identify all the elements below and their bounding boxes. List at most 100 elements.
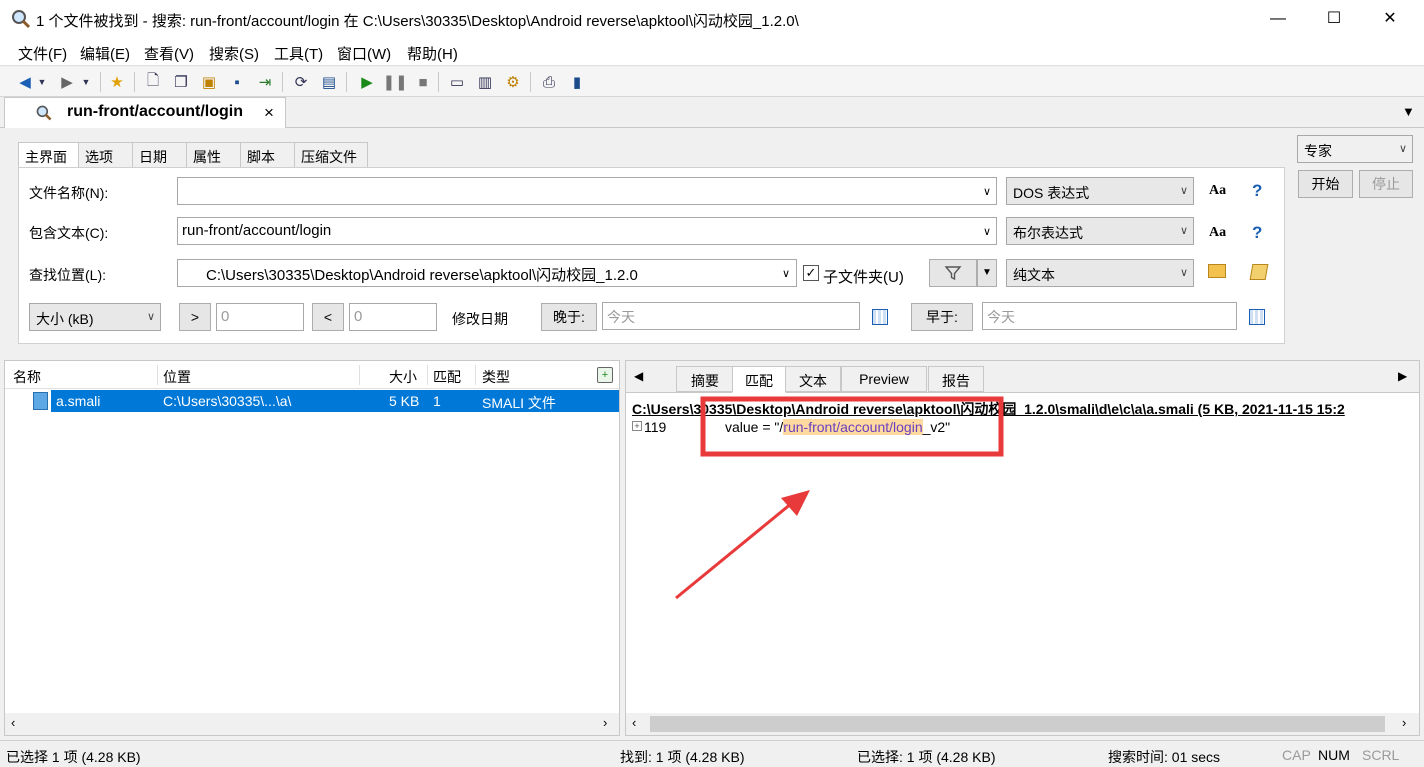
tab-matches[interactable]: 匹配 (732, 366, 786, 393)
tab-list-dropdown-icon[interactable]: ▼ (1402, 104, 1415, 119)
menu-file[interactable]: 文件(F) (18, 43, 67, 64)
match-case-icon[interactable]: Aa (1209, 225, 1226, 241)
match-case-icon[interactable]: Aa (1209, 183, 1226, 199)
scroll-right-icon[interactable]: › (603, 715, 607, 730)
scroll-right-icon[interactable]: › (1402, 715, 1406, 730)
menu-search[interactable]: 搜索(S) (209, 43, 259, 64)
tab-report[interactable]: 报告 (928, 366, 984, 392)
scroll-left-icon[interactable]: ‹ (632, 715, 636, 730)
filename-input[interactable] (177, 177, 997, 205)
help-book-icon[interactable]: ▮ (566, 71, 588, 93)
tab-scroll-right-icon[interactable]: ▶ (1398, 369, 1407, 383)
stop-icon[interactable]: ■ (412, 71, 434, 93)
contains-input[interactable]: run-front/account/login (177, 217, 997, 245)
size-max-input[interactable]: 0 (349, 303, 437, 331)
help-icon[interactable]: ? (1252, 181, 1262, 201)
menu-window[interactable]: 窗口(W) (337, 43, 391, 64)
help-icon[interactable]: ? (1252, 223, 1262, 243)
calendar-icon[interactable] (872, 309, 888, 325)
menu-view[interactable]: 查看(V) (144, 43, 194, 64)
window-title: 1 个文件被找到 - 搜索: run-front/account/login 在… (36, 13, 799, 30)
location-dropdown-icon[interactable]: ∨ (782, 267, 790, 280)
forward-dropdown-icon[interactable]: ▼ (80, 71, 92, 93)
scroll-left-icon[interactable]: ‹ (11, 715, 15, 730)
menu-help[interactable]: 帮助(H) (407, 43, 458, 64)
report-icon[interactable]: ▤ (318, 71, 340, 93)
tab-summary[interactable]: 摘要 (676, 366, 734, 392)
start-button[interactable]: 开始 (1298, 170, 1353, 198)
tab-options[interactable]: 选项 (78, 142, 134, 168)
expand-icon[interactable]: + (632, 421, 642, 431)
location-input[interactable]: C:\Users\30335\Desktop\Android reverse\a… (177, 259, 797, 287)
column-size[interactable]: 大小 (389, 361, 417, 389)
pause-icon[interactable]: ❚❚ (382, 71, 407, 93)
after-button[interactable]: 晚于: (541, 303, 597, 331)
subfolders-checkbox[interactable]: ✓ (803, 265, 819, 281)
browse-folder-icon[interactable] (1208, 264, 1226, 278)
save-icon[interactable]: ▪ (226, 71, 248, 93)
scroll-thumb[interactable] (650, 716, 1385, 732)
filename-dropdown-icon[interactable]: ∨ (983, 185, 991, 198)
document-tab[interactable]: run-front/account/login × (4, 97, 286, 128)
match-line: value = "/run-front/account/login_v2" (725, 419, 950, 435)
column-matches[interactable]: 匹配 (433, 361, 461, 389)
maximize-button[interactable]: ☐ (1306, 0, 1362, 38)
settings-icon[interactable]: ⚙ (502, 71, 524, 93)
match-file-header[interactable]: C:\Users\30335\Desktop\Android reverse\a… (632, 399, 1417, 417)
forward-icon[interactable]: ▶ (56, 71, 78, 93)
filename-mode-select[interactable]: DOS 表达式 ∨ (1006, 177, 1194, 205)
tab-text[interactable]: 文本 (785, 366, 841, 392)
close-tab-icon[interactable]: × (264, 103, 274, 123)
menu-tools[interactable]: 工具(T) (274, 43, 323, 64)
open-folder-icon[interactable]: ▣ (198, 71, 220, 93)
contains-dropdown-icon[interactable]: ∨ (983, 225, 991, 238)
before-button[interactable]: 早于: (911, 303, 973, 331)
close-window-button[interactable]: ✕ (1362, 0, 1418, 38)
calendar-icon[interactable] (1249, 309, 1265, 325)
refresh-icon[interactable]: ⟳ (290, 71, 312, 93)
column-type[interactable]: 类型 (482, 361, 510, 389)
size-unit-select[interactable]: 大小 (kB) ∨ (29, 303, 161, 331)
minimize-button[interactable]: — (1250, 0, 1306, 38)
horizontal-scrollbar[interactable]: ‹ › (5, 713, 619, 735)
search-icon (36, 105, 52, 121)
export-icon[interactable]: ⇥ (254, 71, 276, 93)
folder-options-icon[interactable] (1249, 264, 1269, 280)
filter-button[interactable] (929, 259, 977, 287)
preview-pane: ◀ 摘要 匹配 文本 Preview 报告 ▶ C:\Users\30335\D… (625, 360, 1420, 736)
column-location[interactable]: 位置 (163, 361, 191, 389)
result-type: SMALI 文件 (482, 395, 556, 411)
column-name[interactable]: 名称 (13, 361, 41, 389)
menu-edit[interactable]: 编辑(E) (80, 43, 130, 64)
new-file-icon[interactable]: 🗋 (142, 71, 164, 93)
mode-select[interactable]: 专家 ∨ (1297, 135, 1413, 163)
preview-scrollbar[interactable]: ‹ › (626, 713, 1419, 735)
contains-mode-select[interactable]: 布尔表达式 ∨ (1006, 217, 1194, 245)
tab-attributes[interactable]: 属性 (186, 142, 242, 168)
add-filter-icon[interactable]: + (597, 367, 613, 383)
before-date-input[interactable]: 今天 (982, 302, 1237, 330)
layout-icon[interactable]: ▭ (446, 71, 468, 93)
table-row[interactable]: a.smali C:\Users\30335\...\a\ 5 KB 1 SMA… (5, 390, 619, 412)
copy-file-icon[interactable]: ❐ (170, 71, 192, 93)
filter-dropdown-icon[interactable]: ▼ (977, 259, 997, 287)
after-date-input[interactable]: 今天 (602, 302, 860, 330)
print-icon[interactable]: ⎙ (538, 71, 560, 93)
back-dropdown-icon[interactable]: ▼ (36, 71, 48, 93)
size-min-input[interactable]: 0 (216, 303, 304, 331)
size-greater-button[interactable]: > (179, 303, 211, 331)
columns-icon[interactable]: ▥ (474, 71, 496, 93)
tab-date[interactable]: 日期 (132, 142, 188, 168)
tab-archives[interactable]: 压缩文件 (294, 142, 368, 168)
stop-button[interactable]: 停止 (1359, 170, 1413, 198)
tab-scroll-left-icon[interactable]: ◀ (634, 369, 643, 383)
tab-preview[interactable]: Preview (841, 366, 927, 392)
tab-main[interactable]: 主界面 (18, 142, 80, 168)
contains-label: 包含文本(C): (29, 225, 109, 241)
favorites-icon[interactable]: ★ (106, 71, 128, 93)
location-mode-select[interactable]: 纯文本 ∨ (1006, 259, 1194, 287)
back-icon[interactable]: ◀ (14, 71, 36, 93)
size-less-button[interactable]: < (312, 303, 344, 331)
play-icon[interactable]: ▶ (356, 71, 378, 93)
tab-script[interactable]: 脚本 (240, 142, 296, 168)
